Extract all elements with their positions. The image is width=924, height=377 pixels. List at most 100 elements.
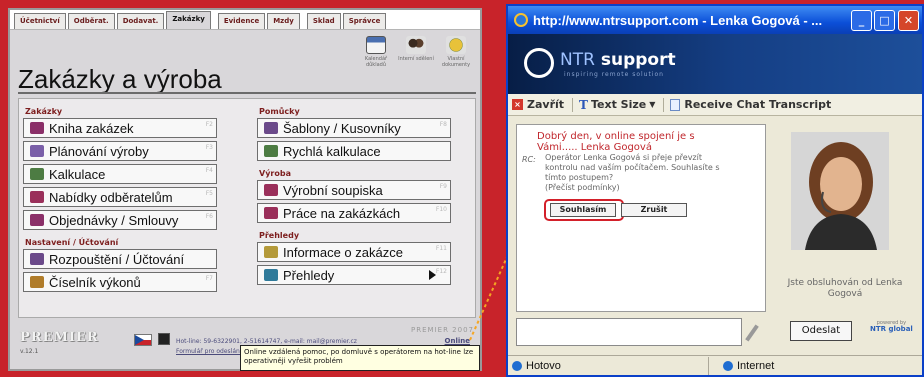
objednavky-smlouvy-shortcut: F6 xyxy=(205,213,213,220)
internal-message-tool[interactable]: Interní sdělení xyxy=(398,36,434,68)
section-prehledy: Přehledy xyxy=(259,231,300,240)
people-icon xyxy=(406,36,426,54)
rychla-kalkulace-button[interactable]: Rychlá kalkulace xyxy=(257,141,451,161)
planovani-vyroby-shortcut: F3 xyxy=(205,144,213,151)
tab-mzdy[interactable]: Mzdy xyxy=(267,13,300,29)
planovani-vyroby-label: Plánování výroby xyxy=(49,143,149,159)
ciselnik-vykonu-button[interactable]: Číselník výkonů F7 xyxy=(23,272,217,292)
tab-evidence[interactable]: Evidence xyxy=(217,13,266,29)
close-chat-label: Zavřít xyxy=(527,98,565,111)
tab-dodavatele[interactable]: Dodavat. xyxy=(116,13,165,29)
form-link[interactable]: Formulář pro odeslání xyxy=(176,348,241,355)
ntr-global-logo: NTR global xyxy=(870,325,913,333)
text-size-dropdown[interactable]: T Text Size ▼ xyxy=(579,98,655,112)
minimize-button[interactable]: _ xyxy=(851,10,872,31)
receive-transcript-button[interactable]: Receive Chat Transcript xyxy=(670,98,831,111)
menu-panel: Zakázky Kniha zakázek F2 Plánování výrob… xyxy=(18,98,476,318)
ie-icon xyxy=(514,13,528,27)
ntr-brand-ntr: NTR xyxy=(560,50,595,70)
premier-logo: PREMIER xyxy=(20,330,99,345)
section-nastaveni: Nastavení / Účtování xyxy=(25,238,119,247)
posting-icon xyxy=(30,253,44,265)
documents-tool[interactable]: Vlastní dokumenty xyxy=(438,36,474,68)
toolbar-separator xyxy=(572,97,574,112)
pen-icon xyxy=(745,324,759,342)
maximize-button[interactable]: □ xyxy=(874,10,895,31)
section-zakazky: Zakázky xyxy=(25,107,63,116)
sablony-kusovniky-button[interactable]: Šablony / Kusovníky F8 xyxy=(257,118,451,138)
language-dropdown-button[interactable] xyxy=(158,333,170,345)
kalkulace-shortcut: F4 xyxy=(205,167,213,174)
toolbar-separator xyxy=(663,97,665,112)
reports-icon xyxy=(264,269,278,281)
prace-na-zakazkach-label: Práce na zakázkách xyxy=(283,205,401,221)
status-done: Hotovo xyxy=(526,359,561,372)
tab-ucetnictvi[interactable]: Účetnictví xyxy=(14,13,66,29)
planning-icon xyxy=(30,145,44,157)
ntr-tagline: inspiring remote solution xyxy=(564,71,664,78)
premier-app-window: Účetnictví Odběrat. Dodavat. Zakázky Evi… xyxy=(8,8,482,371)
tab-sklad[interactable]: Sklad xyxy=(306,13,341,29)
text-size-icon: T xyxy=(579,97,588,112)
kniha-zakazek-button[interactable]: Kniha zakázek F2 xyxy=(23,118,217,138)
message-input[interactable] xyxy=(516,318,742,346)
submenu-arrow-icon xyxy=(429,270,436,280)
tab-spravce[interactable]: Správce xyxy=(342,13,387,29)
send-button[interactable]: Odeslat xyxy=(790,321,852,341)
prehledy-label: Přehledy xyxy=(283,267,335,283)
kalkulace-label: Kalkulace xyxy=(49,166,106,182)
work-icon xyxy=(264,207,278,219)
operator-photo xyxy=(791,132,889,250)
page-title: Zakázky a výroba xyxy=(18,64,222,94)
sablony-kusovniky-label: Šablony / Kusovníky xyxy=(283,120,401,136)
section-pomucky: Pomůcky xyxy=(259,107,300,116)
status-bar: Hotovo Internet xyxy=(508,355,922,375)
tab-zakazky[interactable]: Zakázky xyxy=(166,11,211,29)
calculator-icon xyxy=(30,168,44,180)
read-terms-link[interactable]: (Přečíst podmínky) xyxy=(545,183,620,192)
tab-odberatele[interactable]: Odběrat. xyxy=(67,13,115,29)
menu-column-right: Pomůcky Šablony / Kusovníky F8 Rychlá ka… xyxy=(257,103,451,288)
offer-icon xyxy=(30,191,44,203)
rozpousteni-ucetovani-button[interactable]: Rozpouštění / Účtování xyxy=(23,249,217,269)
calendar-tool[interactable]: Kalendář důkladů xyxy=(358,36,394,68)
rc-message-text: Operátor Lenka Gogová si přeje převzít k… xyxy=(545,153,720,182)
planovani-vyroby-button[interactable]: Plánování výroby F3 xyxy=(23,141,217,161)
page-icon xyxy=(512,360,522,371)
kniha-zakazek-shortcut: F2 xyxy=(205,121,213,128)
rozpousteni-ucetovani-label: Rozpouštění / Účtování xyxy=(49,251,185,267)
close-window-button[interactable]: ✕ xyxy=(898,10,919,31)
documents-tool-label: Vlastní dokumenty xyxy=(441,56,471,68)
operator-photo-image xyxy=(791,132,889,250)
prehledy-shortcut: F12 xyxy=(435,268,447,275)
chat-transcript[interactable]: Dobrý den, v online spojení je s Vámi...… xyxy=(516,124,766,312)
prace-na-zakazkach-button[interactable]: Práce na zakázkách F10 xyxy=(257,203,451,223)
quick-tools: Kalendář důkladů Interní sdělení Vlastní… xyxy=(358,36,474,68)
sablony-kusovniky-shortcut: F8 xyxy=(439,121,447,128)
close-chat-button[interactable]: × Zavřít xyxy=(512,98,564,111)
vyrobni-soupiska-button[interactable]: Výrobní soupiska F9 xyxy=(257,180,451,200)
cancel-button[interactable]: Zrušit xyxy=(621,203,687,217)
informace-o-zakazce-label: Informace o zakázce xyxy=(283,244,403,260)
informace-o-zakazce-button[interactable]: Informace o zakázce F11 xyxy=(257,242,451,262)
calendar-icon xyxy=(366,36,386,54)
template-icon xyxy=(264,122,278,134)
chevron-down-icon: ▼ xyxy=(649,100,656,109)
internal-message-tool-label: Interní sdělení xyxy=(398,56,434,62)
status-zone: Internet xyxy=(737,359,775,372)
internet-zone-icon xyxy=(723,360,733,371)
transcript-icon xyxy=(670,98,681,111)
nabidky-odberatelum-shortcut: F5 xyxy=(205,190,213,197)
online-support-link[interactable]: Online xyxy=(445,337,470,345)
premier-brand: PREMIER 2007 xyxy=(411,326,474,334)
status-left: Hotovo xyxy=(508,360,708,372)
objednavky-smlouvy-label: Objednávky / Smlouvy xyxy=(49,212,179,228)
objednavky-smlouvy-button[interactable]: Objednávky / Smlouvy F6 xyxy=(23,210,217,230)
agree-button[interactable]: Souhlasím xyxy=(550,203,616,217)
czech-flag-icon[interactable] xyxy=(134,334,152,346)
nabidky-odberatelum-button[interactable]: Nabídky odběratelům F5 xyxy=(23,187,217,207)
prehledy-button[interactable]: Přehledy F12 xyxy=(257,265,451,285)
close-icon: × xyxy=(512,99,523,110)
production-list-icon xyxy=(264,184,278,196)
kalkulace-button[interactable]: Kalkulace F4 xyxy=(23,164,217,184)
